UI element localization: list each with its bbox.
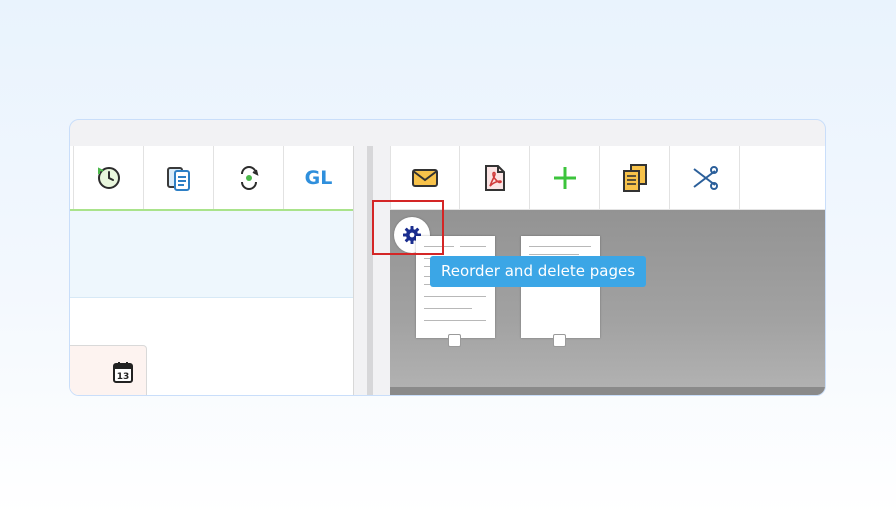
- app-window: GL 13 Reorder and delete pages: [69, 119, 826, 396]
- panel-splitter[interactable]: [367, 146, 373, 395]
- page-2-checkbox[interactable]: [553, 334, 566, 347]
- left-panel: GL 13: [70, 146, 354, 395]
- pdf-icon: [484, 164, 505, 191]
- split-view-icon: [240, 165, 258, 190]
- page-1-checkbox[interactable]: [448, 334, 461, 347]
- calendar-icon[interactable]: 13: [113, 361, 133, 383]
- page-thumbnail-2[interactable]: [521, 236, 600, 338]
- left-toolbar: GL: [70, 146, 353, 211]
- right-toolbar: [390, 146, 825, 210]
- date-field[interactable]: 13: [70, 345, 147, 395]
- page-viewer: [390, 210, 825, 395]
- gl-button[interactable]: GL: [283, 146, 353, 209]
- history-icon: [97, 166, 120, 189]
- highlight-box: [372, 200, 444, 255]
- viewer-scrollbar[interactable]: [390, 387, 825, 395]
- scissors-icon: [692, 165, 718, 190]
- copy-icon: [622, 163, 647, 192]
- copy-button[interactable]: [600, 146, 670, 209]
- gl-icon: GL: [304, 166, 333, 189]
- envelope-icon: [412, 168, 438, 187]
- documents-button[interactable]: [143, 146, 213, 209]
- add-page-button[interactable]: [530, 146, 600, 209]
- reorder-pages-tooltip: Reorder and delete pages: [430, 256, 647, 287]
- calendar-day: 13: [117, 372, 130, 382]
- pdf-button[interactable]: [460, 146, 530, 209]
- split-pages-button[interactable]: [670, 146, 740, 209]
- split-view-button[interactable]: [213, 146, 283, 209]
- documents-icon: [166, 166, 190, 191]
- left-info-band: [70, 211, 353, 298]
- plus-icon: [553, 166, 576, 189]
- history-button[interactable]: [73, 146, 143, 209]
